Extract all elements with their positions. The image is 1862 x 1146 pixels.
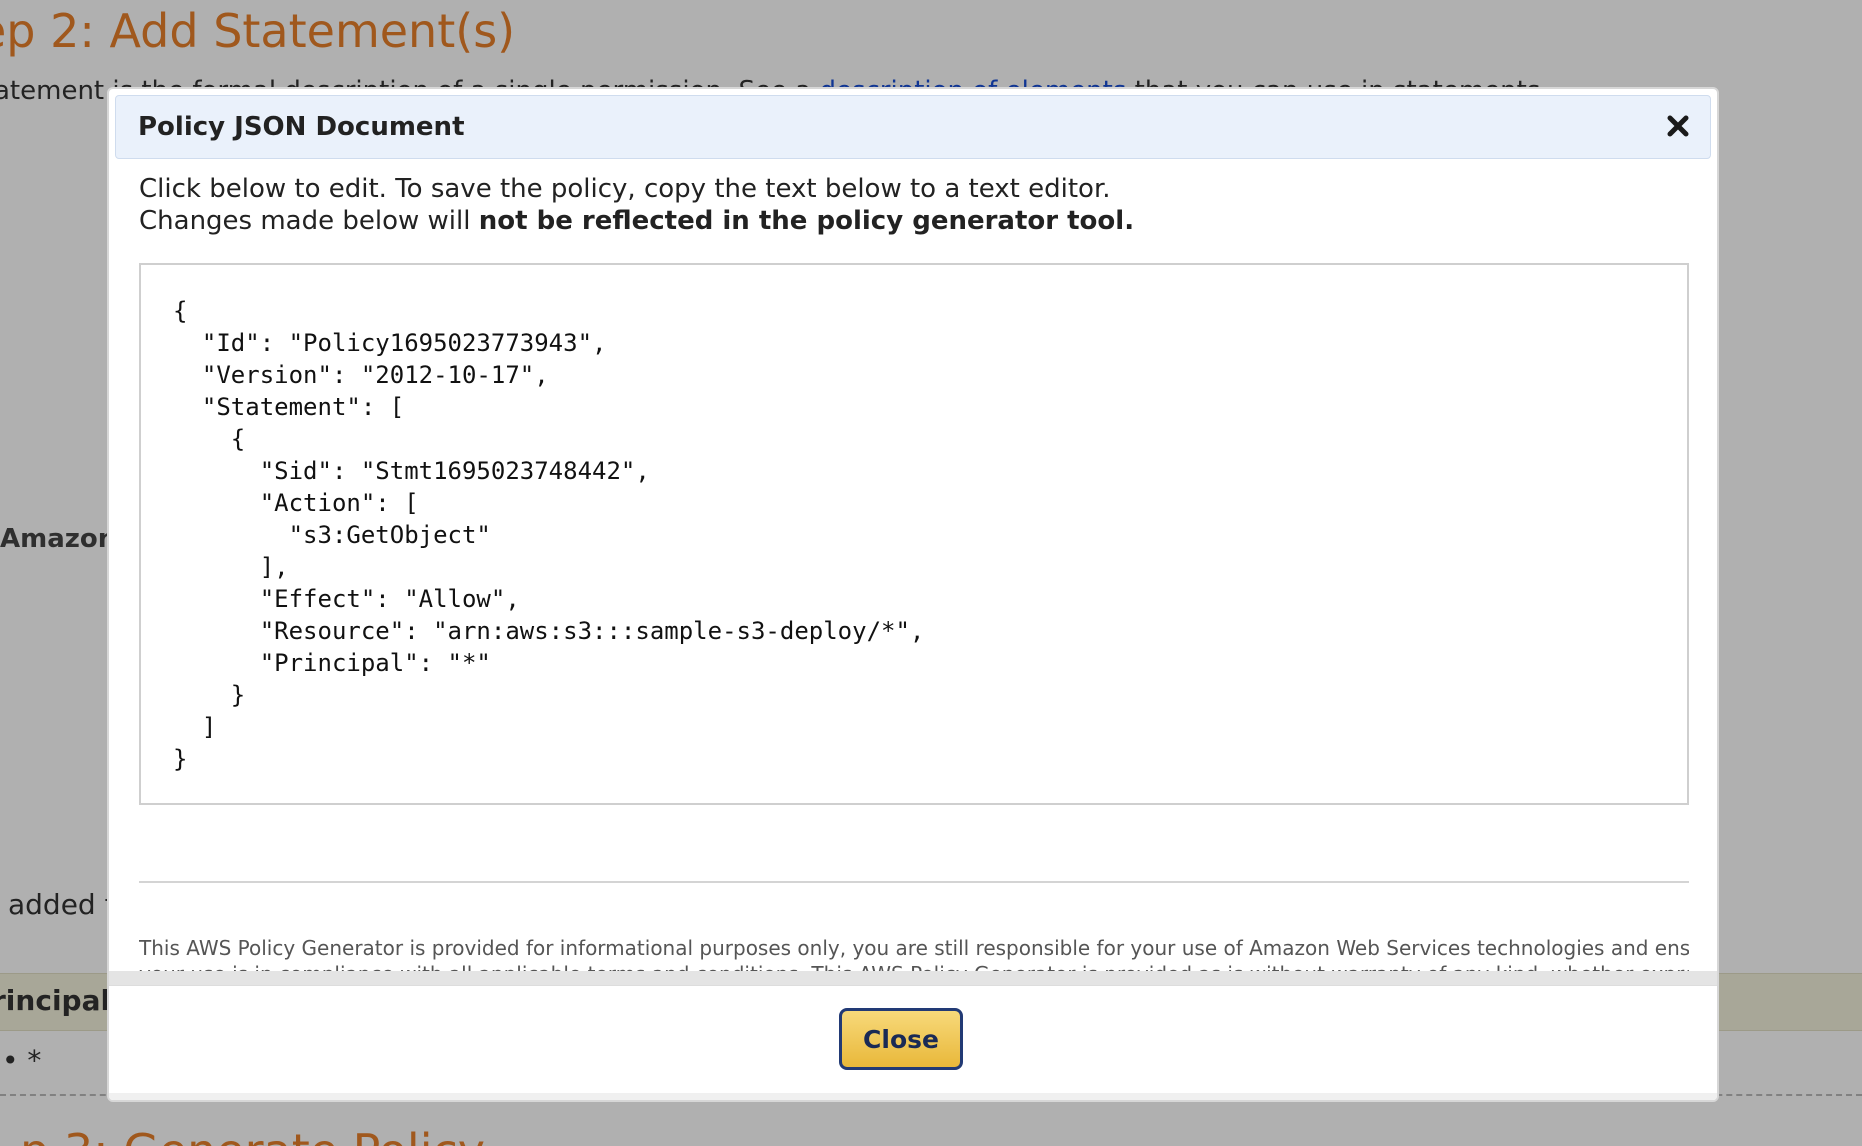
close-button[interactable]: Close: [839, 1008, 963, 1070]
instructions-line-1: Click below to edit. To save the policy,…: [139, 174, 1111, 204]
policy-json-editor[interactable]: { "Id": "Policy1695023773943", "Version"…: [139, 263, 1689, 805]
dialog-footer: Close: [109, 985, 1717, 1100]
policy-json-dialog: Policy JSON Document Click below to edit…: [107, 87, 1719, 1102]
dialog-instructions: Click below to edit. To save the policy,…: [139, 173, 1134, 237]
dialog-bottom-edge: [109, 1093, 1717, 1100]
close-x-icon[interactable]: [1660, 108, 1696, 144]
dialog-header: Policy JSON Document: [115, 95, 1711, 159]
instructions-line-2-bold: not be reflected in the policy generator…: [478, 206, 1135, 236]
disclaimer-line-2: your use is in compliance with all appli…: [139, 961, 1689, 971]
instructions-line-2-prefix: Changes made below will: [139, 206, 479, 236]
dialog-title: Policy JSON Document: [138, 112, 465, 142]
dialog-divider: [139, 881, 1689, 883]
instructions-line-2: Changes made below will not be reflected…: [139, 205, 1134, 237]
scroll-edge: [109, 971, 1717, 985]
